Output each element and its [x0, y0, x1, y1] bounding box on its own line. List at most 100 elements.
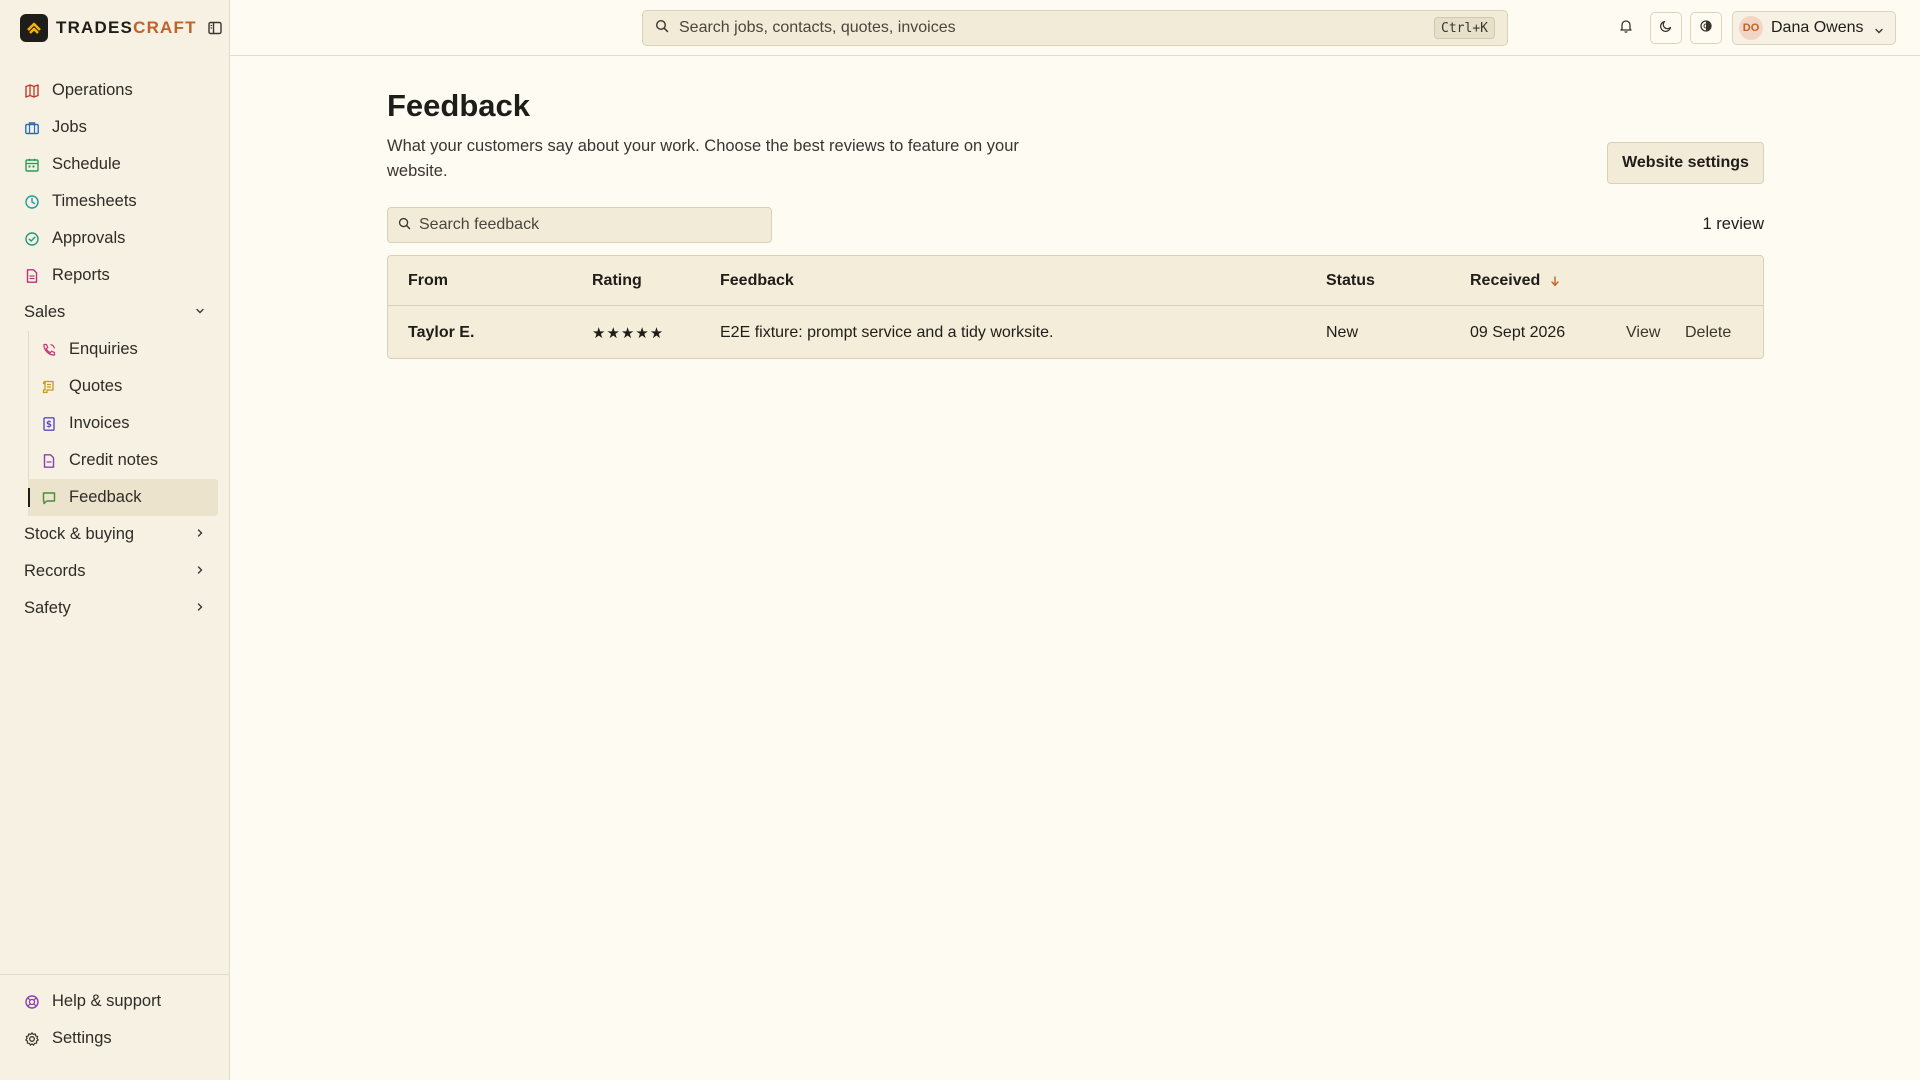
sidebar-item-label: Operations	[52, 81, 133, 99]
star-rating: ★★★★★	[592, 324, 665, 342]
review-count: 1 review	[1702, 215, 1764, 233]
sidebar-item-label: Enquiries	[69, 340, 138, 358]
sidebar-item-jobs[interactable]: Jobs	[0, 109, 230, 146]
chevron-down-icon	[1873, 22, 1885, 42]
logo-icon	[20, 14, 48, 42]
sidebar-group-label: Stock & buying	[24, 525, 135, 543]
sidebar-nav: Operations Jobs Schedule Timesheets Appr…	[0, 72, 230, 627]
sidebar-item-schedule[interactable]: Schedule	[0, 146, 230, 183]
row-from: Taylor E.	[408, 323, 475, 341]
sidebar-group-stock-buying[interactable]: Stock & buying	[0, 516, 230, 553]
feedback-search-placeholder: Search feedback	[419, 216, 540, 233]
column-header-rating[interactable]: Rating	[592, 256, 642, 305]
feedback-table: From Rating Feedback Status Received Tay…	[387, 255, 1764, 359]
global-search-placeholder: Search jobs, contacts, quotes, invoices	[679, 19, 956, 36]
sidebar-group-label: Safety	[24, 599, 71, 617]
topbar: Search jobs, contacts, quotes, invoices …	[230, 0, 1920, 56]
row-received-date: 09 Sept 2026	[1470, 323, 1566, 341]
table-header: From Rating Feedback Status Received	[388, 256, 1763, 306]
document-icon	[41, 453, 57, 469]
brand-name: TRADESCRAFT	[56, 18, 197, 38]
sidebar-group-records[interactable]: Records	[0, 553, 230, 590]
sidebar-item-help-support[interactable]: Help & support	[0, 983, 230, 1020]
page-title: Feedback	[387, 88, 531, 123]
sidebar-group-sales[interactable]: Sales	[0, 294, 230, 331]
sidebar-group-safety[interactable]: Safety	[0, 590, 230, 627]
sidebar-item-reports[interactable]: Reports	[0, 257, 230, 294]
table-row[interactable]: Taylor E. ★★★★★ E2E fixture: prompt serv…	[388, 306, 1763, 358]
sidebar-item-timesheets[interactable]: Timesheets	[0, 183, 230, 220]
sidebar-item-label: Invoices	[69, 414, 130, 432]
status-badge: New	[1326, 323, 1359, 341]
view-button[interactable]: View	[1626, 306, 1660, 358]
delete-button[interactable]: Delete	[1685, 306, 1731, 358]
file-icon	[24, 268, 40, 284]
user-menu-button[interactable]: DO Dana Owens	[1732, 11, 1896, 45]
sidebar-item-label: Timesheets	[52, 192, 137, 210]
search-icon	[398, 215, 411, 235]
notifications-button[interactable]	[1610, 12, 1642, 44]
bell-icon	[1618, 18, 1634, 39]
column-header-received-label: Received	[1470, 271, 1541, 289]
sidebar-item-feedback[interactable]: Feedback	[28, 479, 218, 516]
sidebar-item-approvals[interactable]: Approvals	[0, 220, 230, 257]
sidebar-item-operations[interactable]: Operations	[0, 72, 230, 109]
sort-desc-icon	[1550, 275, 1560, 287]
brand-name-part2: CRAFT	[133, 18, 197, 37]
sidebar: TRADESCRAFT Operations Jobs Schedule Tim…	[0, 0, 230, 1080]
column-header-feedback[interactable]: Feedback	[720, 256, 794, 305]
briefcase-icon	[24, 120, 40, 136]
sidebar-item-label: Approvals	[52, 229, 126, 247]
contrast-icon	[1699, 18, 1713, 38]
clock-icon	[24, 194, 40, 210]
sidebar-item-label: Schedule	[52, 155, 121, 173]
sidebar-item-settings[interactable]: Settings	[0, 1020, 230, 1057]
search-icon	[655, 18, 669, 38]
chevron-right-icon	[194, 599, 206, 618]
phone-icon	[41, 342, 57, 358]
contrast-toggle[interactable]	[1690, 12, 1722, 44]
sidebar-item-label: Feedback	[69, 488, 142, 506]
column-header-status[interactable]: Status	[1326, 256, 1375, 305]
column-header-from[interactable]: From	[408, 256, 448, 305]
map-icon	[24, 83, 40, 99]
sidebar-footer: Help & support Settings	[0, 974, 230, 1080]
sidebar-item-credit-notes[interactable]: Credit notes	[0, 442, 230, 479]
moon-icon	[1659, 18, 1673, 38]
website-settings-button[interactable]: Website settings	[1607, 142, 1764, 184]
check-circle-icon	[24, 231, 40, 247]
feedback-search-input[interactable]: Search feedback	[387, 207, 772, 243]
sidebar-collapse-icon[interactable]	[207, 20, 223, 36]
sidebar-item-quotes[interactable]: Quotes	[0, 368, 230, 405]
avatar: DO	[1739, 16, 1763, 40]
dark-mode-toggle[interactable]	[1650, 12, 1682, 44]
calendar-icon	[24, 157, 40, 173]
sidebar-item-label: Help & support	[52, 992, 162, 1010]
keyboard-shortcut-badge: Ctrl+K	[1434, 17, 1495, 39]
sales-submenu: Enquiries Quotes $ Invoices Credit notes…	[0, 331, 230, 516]
sidebar-item-label: Settings	[52, 1029, 112, 1047]
row-feedback-text: E2E fixture: prompt service and a tidy w…	[720, 323, 1054, 341]
invoice-icon: $	[41, 416, 57, 432]
sidebar-group-label: Sales	[24, 303, 66, 321]
sidebar-item-label: Credit notes	[69, 451, 158, 469]
message-icon	[41, 490, 57, 506]
chevron-right-icon	[194, 525, 206, 544]
column-header-received[interactable]: Received	[1470, 256, 1560, 305]
global-search-input[interactable]: Search jobs, contacts, quotes, invoices …	[642, 10, 1508, 46]
lifebuoy-icon	[24, 994, 40, 1010]
sidebar-item-enquiries[interactable]: Enquiries	[0, 331, 230, 368]
chevron-right-icon	[194, 562, 206, 581]
brand[interactable]: TRADESCRAFT	[20, 14, 223, 42]
gear-icon	[24, 1031, 40, 1047]
brand-name-part1: TRADES	[56, 18, 134, 37]
page-description: What your customers say about your work.…	[387, 137, 1019, 180]
sidebar-group-label: Records	[24, 562, 86, 580]
sidebar-item-label: Jobs	[52, 118, 87, 136]
chevron-down-icon	[194, 303, 206, 322]
sidebar-item-invoices[interactable]: $ Invoices	[0, 405, 230, 442]
sidebar-item-label: Quotes	[69, 377, 123, 395]
sidebar-item-label: Reports	[52, 266, 110, 284]
user-name: Dana Owens	[1771, 19, 1864, 36]
scroll-icon	[41, 379, 57, 395]
